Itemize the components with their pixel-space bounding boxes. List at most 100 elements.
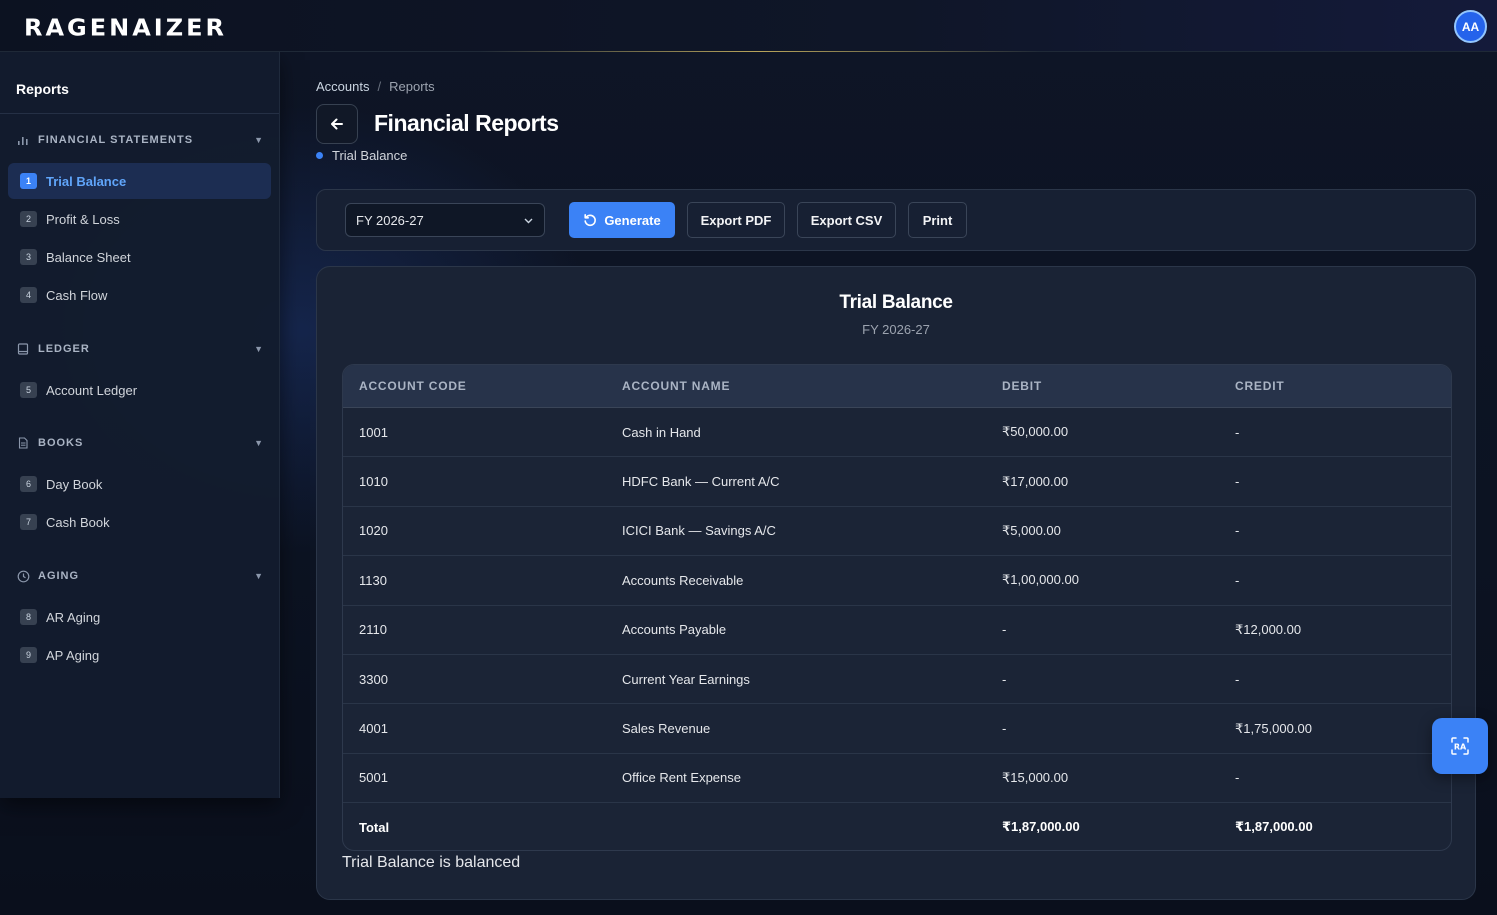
debit-amount: - — [1002, 622, 1007, 638]
sidebar-item-label: Profit & Loss — [46, 211, 120, 227]
item-number: 4 — [20, 287, 37, 303]
account-code: 1001 — [359, 424, 388, 440]
breadcrumb-accounts[interactable]: Accounts — [316, 79, 369, 94]
generate-button[interactable]: Generate — [569, 202, 675, 238]
caret-down-icon: ▼ — [254, 344, 263, 354]
report-title: Trial Balance — [839, 292, 953, 313]
table-row[interactable]: 1020 ICICI Bank — Savings A/C ₹5,000.00 … — [343, 507, 1451, 557]
report-card: Trial Balance FY 2026-27 ACCOUNT CODE AC… — [316, 266, 1476, 900]
credit-amount: ₹1,75,000.00 — [1235, 720, 1312, 736]
table-row[interactable]: 2110 Accounts Payable - ₹12,000.00 — [343, 606, 1451, 655]
table-row[interactable]: 1130 Accounts Receivable ₹1,00,000.00 - — [343, 556, 1451, 606]
sidebar-item-label: Balance Sheet — [46, 249, 131, 265]
column-header-debit[interactable]: DEBIT — [1002, 379, 1042, 393]
sidebar-item-day-book[interactable]: 6 Day Book — [8, 466, 271, 502]
table-row[interactable]: 1010 HDFC Bank — Current A/C ₹17,000.00 … — [343, 457, 1451, 507]
item-number: 8 — [20, 609, 37, 625]
arrow-left-icon — [331, 118, 343, 130]
back-button[interactable] — [316, 104, 358, 144]
item-number: 5 — [20, 382, 37, 398]
user-avatar[interactable]: AA — [1454, 10, 1487, 43]
sidebar-item-label: Cash Book — [46, 514, 110, 530]
debit-amount: ₹17,000.00 — [1002, 473, 1069, 489]
total-debit: ₹1,87,000.00 — [1002, 819, 1080, 835]
debit-amount: ₹1,00,000.00 — [1002, 572, 1079, 588]
account-code: 1020 — [359, 523, 388, 539]
debit-amount: ₹5,000.00 — [1002, 522, 1061, 538]
account-name: HDFC Bank — Current A/C — [622, 474, 780, 490]
balance-status: Trial Balance is balanced — [342, 854, 521, 871]
sidebar-item-ap-aging[interactable]: 9 AP Aging — [8, 637, 271, 673]
item-number: 9 — [20, 647, 37, 663]
column-header-credit[interactable]: CREDIT — [1235, 379, 1284, 393]
caret-down-icon: ▼ — [254, 438, 263, 448]
credit-amount: - — [1235, 770, 1240, 786]
account-code: 3300 — [359, 671, 388, 687]
table-row[interactable]: 5001 Office Rent Expense ₹15,000.00 - — [343, 754, 1451, 804]
sidebar-item-label: Account Ledger — [46, 382, 138, 398]
caret-down-icon: ▼ — [254, 135, 263, 145]
sidebar-item-balance-sheet[interactable]: 3 Balance Sheet — [8, 239, 271, 275]
svg-text:RA: RA — [1454, 743, 1467, 752]
table-row[interactable]: 1001 Cash in Hand ₹50,000.00 - — [343, 408, 1451, 458]
item-number: 3 — [20, 249, 37, 265]
page-title: Financial Reports — [374, 110, 559, 136]
debit-amount: - — [1002, 721, 1007, 737]
item-number: 2 — [20, 211, 37, 227]
total-credit: ₹1,87,000.00 — [1235, 819, 1313, 835]
account-name: Office Rent Expense — [622, 770, 741, 786]
trial-balance-table: ACCOUNT CODE ACCOUNT NAME DEBIT CREDIT 1… — [342, 364, 1452, 851]
app-logo[interactable]: RAGENAIZER — [24, 15, 227, 42]
sidebar-title: Reports — [0, 52, 279, 114]
fiscal-year-select[interactable]: FY 2026-27 — [345, 203, 545, 237]
column-header-account-code[interactable]: ACCOUNT CODE — [359, 379, 467, 393]
account-code: 4001 — [359, 721, 388, 737]
sidebar-item-cash-flow[interactable]: 4 Cash Flow — [8, 277, 271, 313]
report-period: FY 2026-27 — [862, 322, 930, 337]
breadcrumb-reports: Reports — [389, 79, 435, 94]
sidebar: Reports FINANCIAL STATEMENTS ▼ 1 Trial B… — [0, 52, 280, 798]
group-ledger[interactable]: LEDGER ▼ — [0, 339, 280, 359]
book-icon — [17, 342, 31, 356]
top-bar: RAGENAIZER AA — [0, 0, 1497, 52]
table-header: ACCOUNT CODE ACCOUNT NAME DEBIT CREDIT — [343, 365, 1451, 408]
credit-amount: ₹12,000.00 — [1235, 621, 1302, 637]
account-code: 1130 — [359, 572, 387, 588]
export-pdf-button[interactable]: Export PDF — [687, 202, 785, 238]
account-code: 5001 — [359, 770, 388, 786]
debit-amount: ₹50,000.00 — [1002, 424, 1069, 440]
breadcrumb-separator: / — [377, 79, 382, 94]
print-button[interactable]: Print — [908, 202, 967, 238]
credit-amount: - — [1235, 572, 1240, 588]
sidebar-item-account-ledger[interactable]: 5 Account Ledger — [8, 372, 271, 408]
sidebar-item-ar-aging[interactable]: 8 AR Aging — [8, 599, 271, 635]
table-total-row: Total ₹1,87,000.00 ₹1,87,000.00 — [343, 803, 1451, 850]
debit-amount: ₹15,000.00 — [1002, 769, 1069, 785]
breadcrumb: Accounts / Reports — [316, 79, 435, 94]
group-financial-statements[interactable]: FINANCIAL STATEMENTS ▼ — [0, 130, 280, 150]
item-number: 7 — [20, 514, 37, 530]
debit-amount: - — [1002, 671, 1007, 687]
table-row[interactable]: 4001 Sales Revenue - ₹1,75,000.00 — [343, 704, 1451, 754]
credit-amount: - — [1235, 523, 1240, 539]
export-csv-button[interactable]: Export CSV — [797, 202, 896, 238]
refresh-icon — [583, 213, 597, 227]
page-subtitle: Trial Balance — [316, 148, 407, 163]
account-code: 1010 — [359, 474, 388, 490]
sidebar-item-label: AP Aging — [46, 647, 100, 663]
generate-label: Generate — [604, 212, 661, 228]
group-label: AGING — [38, 570, 80, 582]
assistant-fab-button[interactable]: RA — [1432, 718, 1488, 774]
report-toolbar: FY 2026-27 Generate Export PDF Export CS… — [316, 189, 1476, 251]
group-aging[interactable]: AGING ▼ — [0, 566, 280, 586]
account-name: Accounts Payable — [622, 622, 727, 638]
total-label: Total — [359, 819, 390, 835]
item-number: 6 — [20, 476, 37, 492]
sidebar-item-cash-book[interactable]: 7 Cash Book — [8, 504, 271, 540]
group-books[interactable]: BOOKS ▼ — [0, 433, 280, 453]
sidebar-item-trial-balance[interactable]: 1 Trial Balance — [8, 163, 271, 199]
group-label: FINANCIAL STATEMENTS — [38, 134, 194, 146]
table-row[interactable]: 3300 Current Year Earnings - - — [343, 655, 1451, 705]
sidebar-item-profit-loss[interactable]: 2 Profit & Loss — [8, 201, 271, 237]
column-header-account-name[interactable]: ACCOUNT NAME — [622, 379, 730, 393]
